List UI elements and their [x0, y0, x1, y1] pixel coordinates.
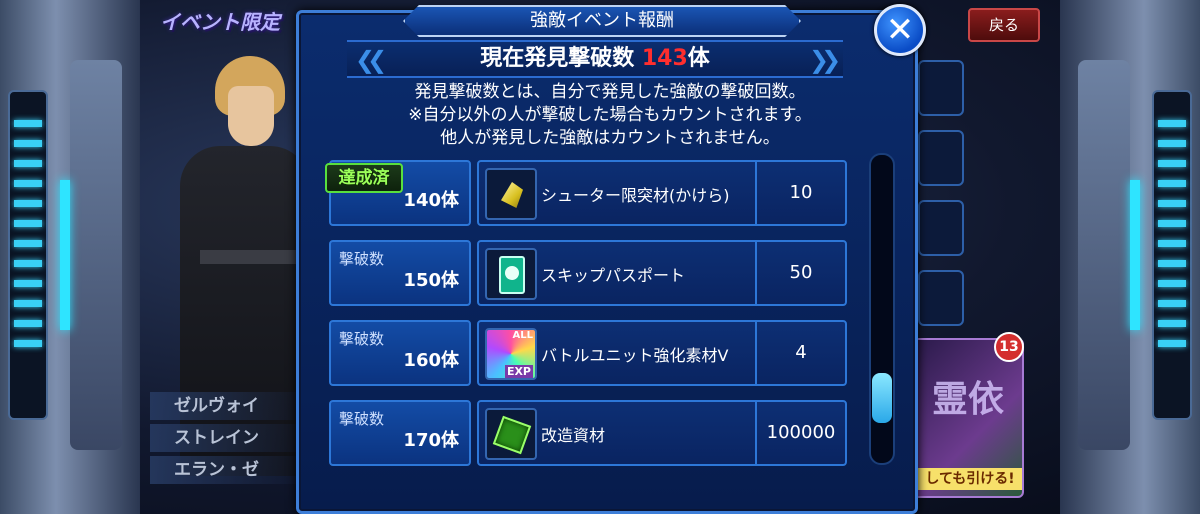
background-menu: ゼルヴォイ ストレイン エラン・ゼ: [150, 392, 300, 488]
count-value: 143: [641, 46, 688, 71]
right-frame-decoration: [1060, 0, 1200, 514]
reward-row: 撃破数 150体 スキップパスポート 50: [329, 240, 849, 306]
reward-item-cell[interactable]: スキップパスポート 50: [477, 240, 847, 306]
gacha-banner[interactable]: 霊依 しても引ける!: [912, 338, 1024, 498]
side-tab[interactable]: [918, 60, 964, 116]
kill-count-banner: ❮❮ ❯❯ 現在発見撃破数 143体: [347, 40, 843, 78]
threshold-value: 140体: [403, 190, 459, 211]
left-frame-decoration: [0, 0, 140, 514]
notification-badge: 13: [994, 332, 1024, 362]
reward-quantity: 100000: [755, 402, 845, 464]
description: 発見撃破数とは、自分で発見した強敵の撃破回数。 ※自分以外の人が撃破した場合もカ…: [315, 81, 905, 150]
menu-item[interactable]: ストレイン: [150, 424, 300, 452]
crystal-icon: [485, 168, 537, 220]
count-suffix: 体: [687, 46, 710, 71]
reward-dialog: 強敵イベント報酬 ❮❮ ❯❯ 現在発見撃破数 143体 発見撃破数とは、自分で発…: [296, 5, 918, 514]
banner-caption: しても引ける!: [918, 468, 1022, 490]
scrollbar-thumb[interactable]: [872, 372, 892, 423]
reward-item-name: 改造資材: [541, 426, 606, 445]
kill-count-text: 現在発見撃破数 143体: [347, 42, 843, 76]
reward-item-name: スキップパスポート: [541, 266, 686, 285]
banner-glyphs: 霊依: [932, 379, 1005, 420]
cube-icon: [485, 408, 537, 460]
exp-material-icon: ALL EXP: [485, 328, 537, 380]
icon-tag: ALL: [512, 330, 533, 341]
threshold-value: 150体: [403, 270, 459, 291]
scrollbar[interactable]: [869, 153, 895, 465]
menu-item[interactable]: エラン・ゼ: [150, 456, 300, 484]
count-prefix: 現在発見撃破数: [480, 46, 642, 71]
reward-list[interactable]: 140体 シューター限突材(かけら) 10 撃破数 150体 スキップパスポート…: [329, 160, 849, 500]
description-line: 他人が発見した強敵はカウントされません。: [440, 128, 780, 148]
achieved-badge: 達成済: [325, 163, 403, 193]
reward-item-cell[interactable]: 改造資材 100000: [477, 400, 847, 466]
reward-quantity: 10: [755, 162, 845, 224]
threshold-value: 170体: [403, 430, 459, 451]
reward-item-cell[interactable]: シューター限突材(かけら) 10: [477, 160, 847, 226]
side-tab[interactable]: [918, 130, 964, 186]
side-tab[interactable]: [918, 270, 964, 326]
side-tab[interactable]: [918, 200, 964, 256]
threshold-caption: 撃破数: [339, 250, 385, 268]
threshold-value: 160体: [403, 350, 459, 371]
threshold-cell: 撃破数 170体: [329, 400, 471, 466]
threshold-caption: 撃破数: [339, 410, 385, 428]
reward-item-cell[interactable]: ALL EXP バトルユニット強化素材V 4: [477, 320, 847, 386]
close-icon: ✕: [885, 10, 915, 50]
reward-item-name: バトルユニット強化素材V: [541, 346, 729, 365]
reward-row: 撃破数 160体 ALL EXP バトルユニット強化素材V 4: [329, 320, 849, 386]
dialog-title: 強敵イベント報酬: [403, 5, 801, 37]
reward-row: 撃破数 170体 改造資材 100000: [329, 400, 849, 466]
threshold-cell: 撃破数 150体: [329, 240, 471, 306]
passport-icon: [485, 248, 537, 300]
reward-item-name: シューター限突材(かけら): [541, 186, 730, 205]
reward-quantity: 50: [755, 242, 845, 304]
back-button[interactable]: 戻る: [968, 8, 1040, 42]
close-button[interactable]: ✕: [874, 4, 926, 56]
menu-item[interactable]: ゼルヴォイ: [150, 392, 300, 420]
threshold-caption: 撃破数: [339, 330, 385, 348]
description-line: ※自分以外の人が撃破した場合もカウントされます。: [408, 105, 812, 125]
reward-quantity: 4: [755, 322, 845, 384]
icon-badge: EXP: [504, 365, 533, 378]
description-line: 発見撃破数とは、自分で発見した強敵の撃破回数。: [414, 82, 806, 102]
threshold-cell: 撃破数 160体: [329, 320, 471, 386]
reward-row: 140体 シューター限突材(かけら) 10: [329, 160, 849, 226]
